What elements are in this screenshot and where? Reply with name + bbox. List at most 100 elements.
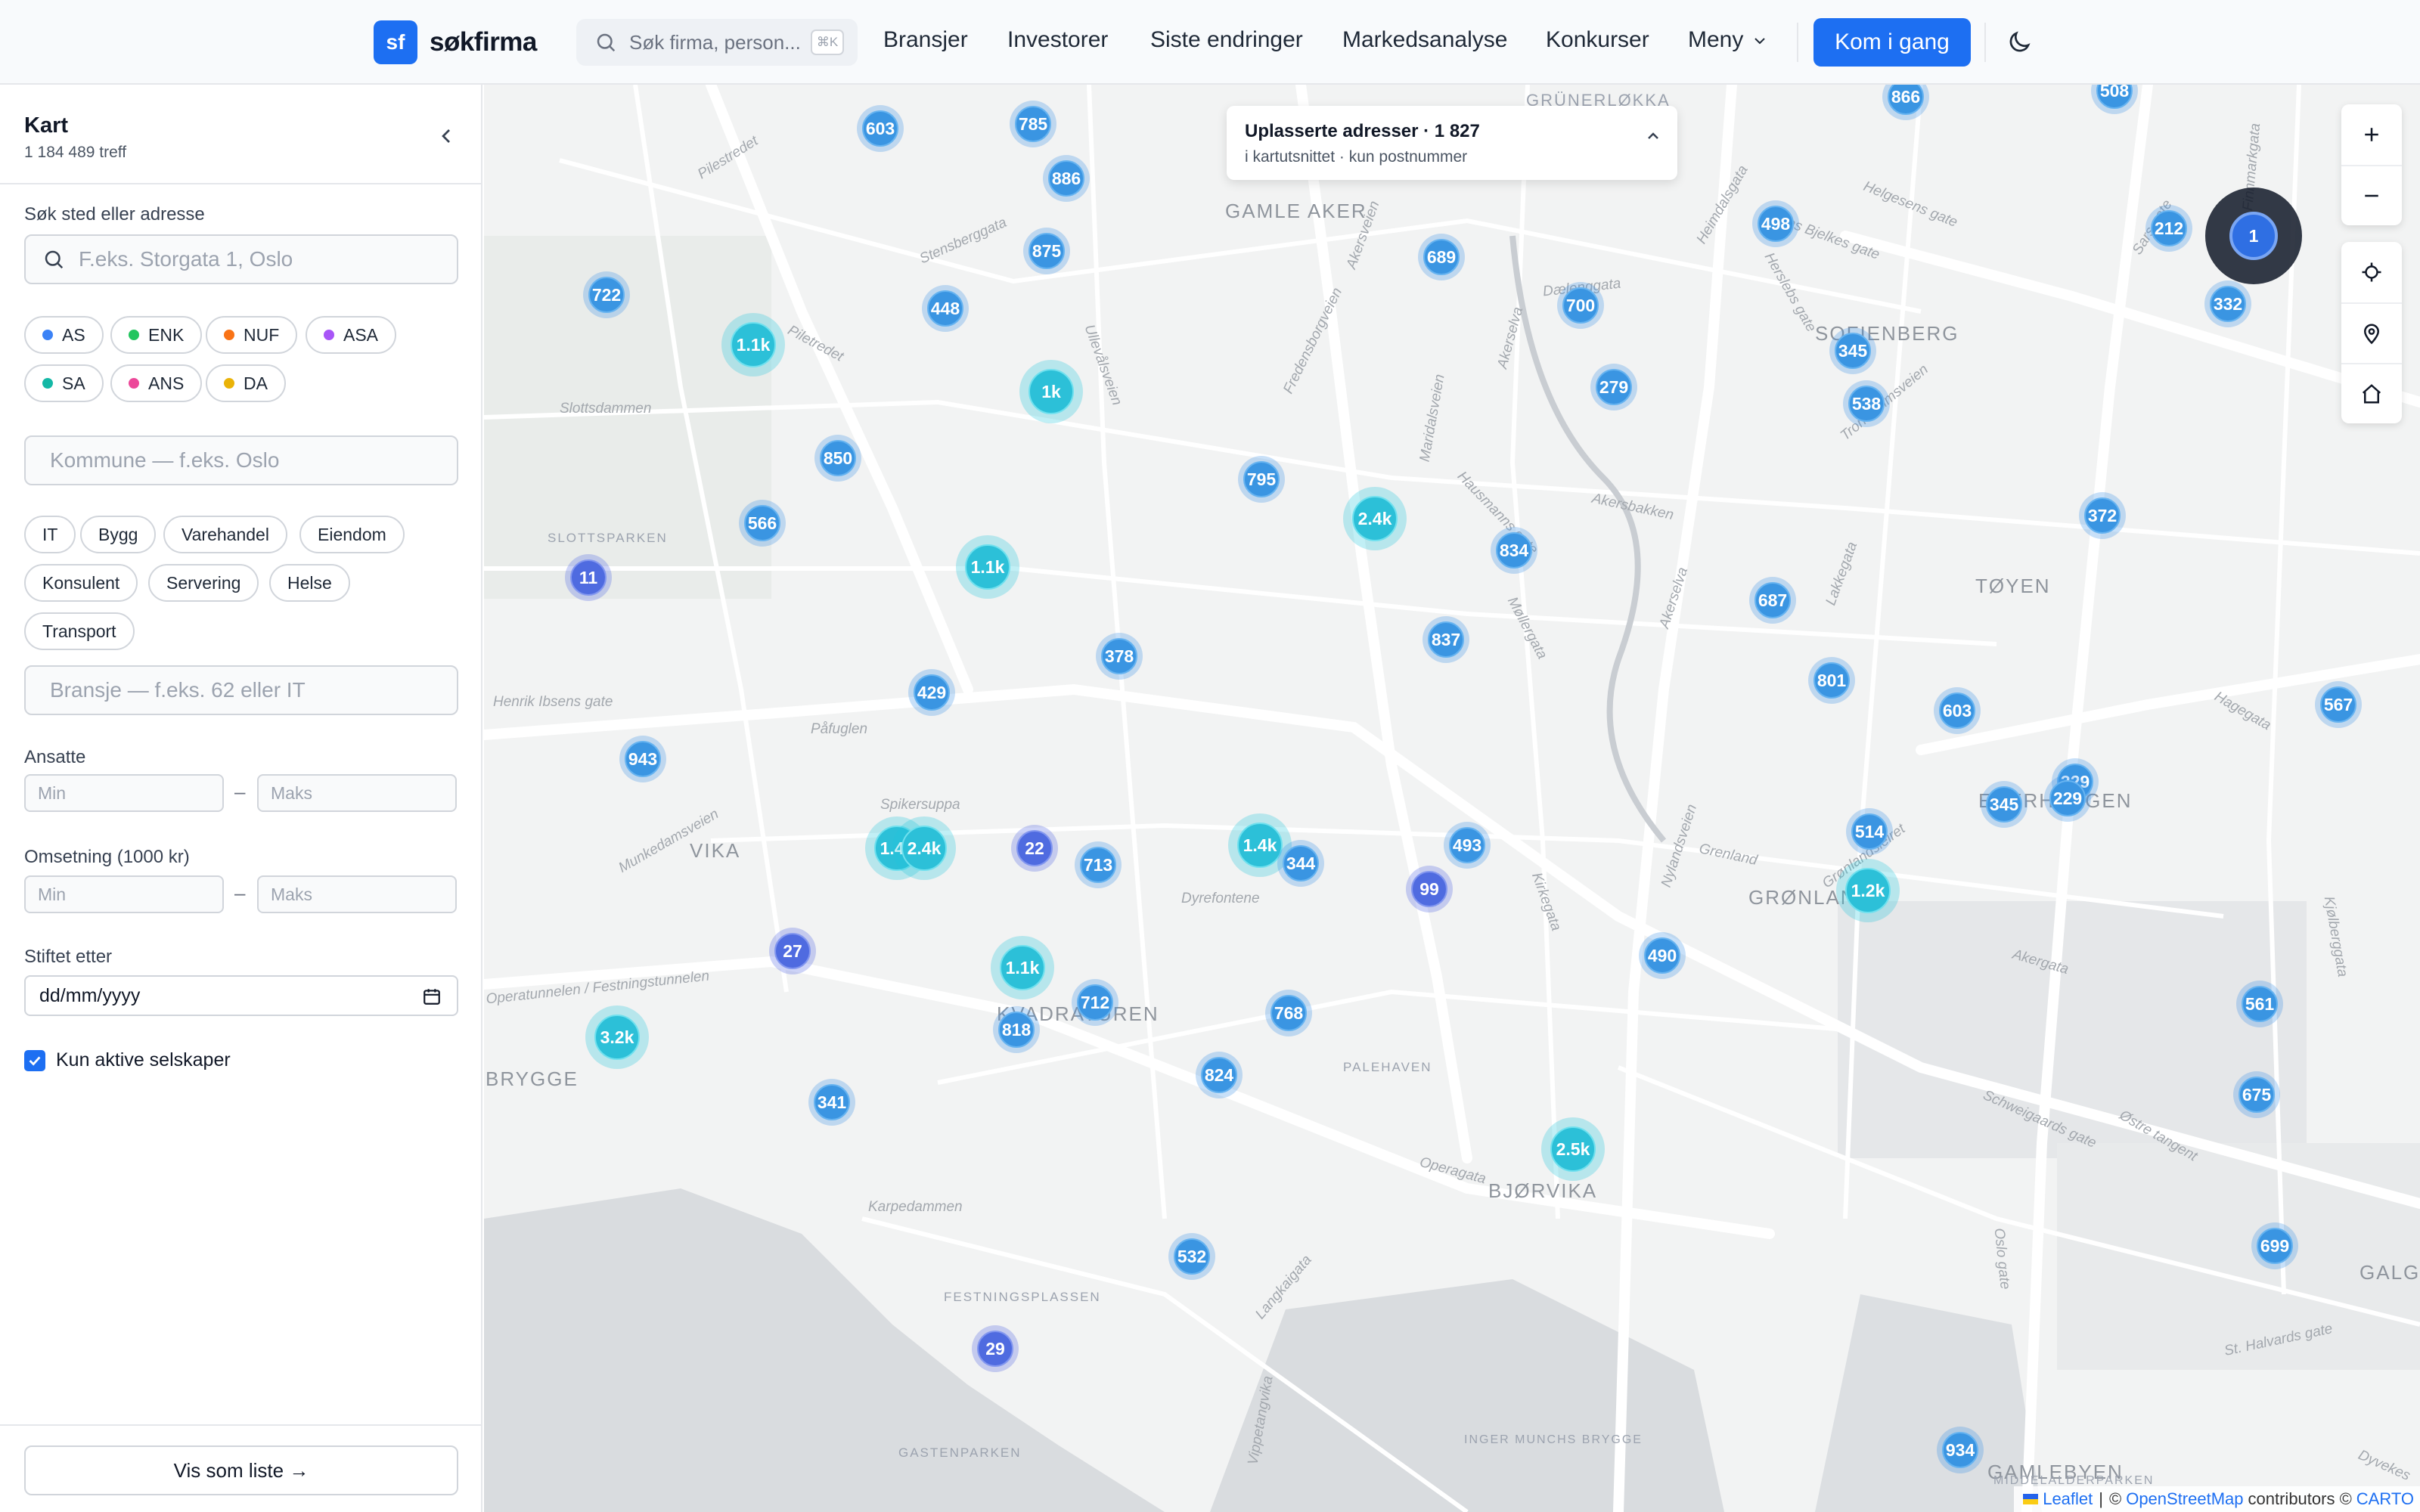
cluster-marker[interactable]: 561 [2236, 981, 2283, 1027]
cluster-marker[interactable]: 1.1k [956, 535, 1019, 599]
cluster-marker[interactable]: 837 [1423, 616, 1469, 663]
cluster-marker[interactable]: 795 [1238, 456, 1285, 503]
reset-view-button[interactable] [2341, 363, 2402, 423]
industry-chip-bygg[interactable]: Bygg [80, 516, 157, 553]
cluster-marker[interactable]: 675 [2233, 1071, 2280, 1118]
cluster-marker[interactable]: 538 [1843, 380, 1890, 427]
cluster-marker[interactable]: 493 [1444, 822, 1491, 869]
nav-konkurser[interactable]: Konkurser [1546, 27, 1649, 53]
cluster-marker[interactable]: 566 [739, 500, 786, 547]
brand-logo-link[interactable]: sf søkfirma [374, 20, 537, 64]
cluster-marker[interactable]: 2.4k [892, 816, 956, 880]
cluster-marker[interactable]: 29 [972, 1325, 1019, 1372]
industry-chip-eiendom[interactable]: Eiendom [299, 516, 405, 553]
openstreetmap-link[interactable]: OpenStreetMap [2126, 1489, 2243, 1509]
dark-mode-toggle-icon[interactable] [2006, 29, 2033, 56]
cluster-marker[interactable]: 700 [1557, 282, 1604, 329]
industry-chip-transport[interactable]: Transport [24, 612, 135, 650]
cluster-marker[interactable]: 3.2k [585, 1005, 649, 1069]
cluster-marker[interactable]: 768 [1265, 990, 1312, 1036]
employees-max-input[interactable]: Maks [257, 774, 457, 812]
cluster-marker[interactable]: 332 [2204, 280, 2251, 327]
industry-chip-varehandel[interactable]: Varehandel [163, 516, 287, 553]
cluster-marker[interactable]: 712 [1072, 979, 1118, 1026]
cluster-marker[interactable]: 722 [583, 271, 630, 318]
founded-after-date-input[interactable]: dd/mm/yyyy [24, 975, 458, 1016]
zoom-out-button[interactable] [2341, 165, 2402, 225]
cluster-marker[interactable]: 834 [1491, 527, 1537, 574]
kommune-input[interactable]: Kommune — f.eks. Oslo [24, 435, 458, 485]
cluster-marker[interactable]: 824 [1196, 1052, 1243, 1098]
cluster-marker[interactable]: 514 [1846, 808, 1893, 855]
cluster-marker[interactable]: 1.2k [1836, 859, 1900, 922]
chevron-up-icon[interactable] [1644, 127, 1662, 145]
nav-markedsanalyse[interactable]: Markedsanalyse [1342, 27, 1507, 53]
cluster-marker[interactable]: 603 [1934, 687, 1981, 734]
active-only-checkbox[interactable] [24, 1049, 45, 1071]
org-type-chip-as[interactable]: AS [24, 316, 104, 354]
cluster-marker[interactable]: 372 [2079, 492, 2126, 539]
cluster-marker[interactable]: 229 [2044, 775, 2091, 822]
cluster-marker[interactable]: 1.1k [721, 313, 785, 376]
org-type-chip-nuf[interactable]: NUF [206, 316, 298, 354]
cluster-marker[interactable]: 27 [769, 928, 816, 974]
cluster-marker[interactable]: 279 [1590, 364, 1637, 411]
cluster-marker[interactable]: 687 [1749, 577, 1796, 624]
org-type-chip-ans[interactable]: ANS [110, 364, 203, 402]
cluster-marker[interactable]: 943 [619, 736, 666, 782]
cluster-marker[interactable]: 498 [1752, 200, 1799, 247]
calendar-icon[interactable] [422, 987, 442, 1006]
cluster-marker[interactable]: 875 [1023, 228, 1070, 274]
cluster-marker[interactable]: 22 [1011, 825, 1058, 872]
org-type-chip-da[interactable]: DA [206, 364, 286, 402]
show-as-list-button[interactable]: Vis som liste → [24, 1445, 458, 1495]
org-type-chip-asa[interactable]: ASA [306, 316, 397, 354]
cluster-marker[interactable]: 2.5k [1541, 1117, 1605, 1181]
cluster-marker[interactable]: 378 [1096, 633, 1143, 680]
zoom-in-button[interactable] [2341, 104, 2402, 165]
carto-link[interactable]: CARTO [2356, 1489, 2414, 1509]
industry-chip-helse[interactable]: Helse [269, 564, 350, 602]
cluster-marker[interactable]: 2.4k [1343, 487, 1407, 550]
cluster-marker[interactable]: 1k [1019, 360, 1083, 423]
unplaced-addresses-panel[interactable]: Uplasserte adresser · 1 827 i kartutsnit… [1227, 106, 1677, 180]
cluster-marker[interactable]: 429 [908, 669, 955, 716]
active-only-checkbox-row[interactable]: Kun aktive selskaper [24, 1049, 231, 1071]
cluster-marker[interactable]: 1.1k [991, 936, 1054, 999]
cluster-marker[interactable]: 344 [1277, 840, 1324, 887]
drop-pin-button[interactable] [2341, 302, 2402, 363]
cluster-marker[interactable]: 341 [808, 1079, 855, 1126]
bransje-input[interactable]: Bransje — f.eks. 62 eller IT [24, 665, 458, 715]
place-search-input[interactable]: F.eks. Storgata 1, Oslo [24, 234, 458, 284]
org-type-chip-enk[interactable]: ENK [110, 316, 203, 354]
cluster-marker[interactable]: 699 [2251, 1222, 2298, 1269]
nav-bransjer[interactable]: Bransjer [883, 27, 968, 53]
get-started-button[interactable]: Kom i gang [1813, 18, 1971, 67]
locate-me-button[interactable] [2341, 242, 2402, 302]
cluster-marker[interactable]: 713 [1075, 841, 1122, 888]
cluster-marker[interactable]: 490 [1639, 932, 1686, 979]
collapse-sidebar-icon[interactable] [434, 124, 458, 148]
cluster-marker[interactable]: 11 [565, 554, 612, 601]
org-type-chip-sa[interactable]: SA [24, 364, 104, 402]
cluster-marker[interactable]: 818 [993, 1006, 1040, 1053]
employees-min-input[interactable]: Min [24, 774, 224, 812]
revenue-max-input[interactable]: Maks [257, 875, 457, 913]
cluster-marker[interactable]: 886 [1043, 155, 1090, 202]
revenue-min-input[interactable]: Min [24, 875, 224, 913]
cluster-marker[interactable]: 801 [1808, 657, 1855, 704]
cluster-marker[interactable]: 212 [2145, 205, 2192, 252]
cluster-marker[interactable]: 785 [1010, 101, 1056, 147]
cluster-marker[interactable]: 689 [1418, 234, 1465, 280]
cluster-marker[interactable]: 850 [814, 435, 861, 482]
nav-investorer[interactable]: Investorer [1007, 27, 1108, 53]
cluster-marker[interactable]: 603 [857, 105, 904, 152]
cluster-marker[interactable]: 1 [2205, 187, 2302, 284]
map-canvas[interactable]: GRÜNERLØKKA GAMLE AKER SOFIENBERG TØYEN … [484, 85, 2420, 1512]
cluster-marker[interactable]: 532 [1168, 1233, 1215, 1280]
cluster-marker[interactable]: 345 [1981, 781, 2028, 828]
nav-siste-endringer[interactable]: Siste endringer [1150, 27, 1303, 53]
leaflet-link[interactable]: Leaflet [2043, 1489, 2093, 1509]
cluster-marker[interactable]: 345 [1829, 327, 1876, 374]
cluster-marker[interactable]: 567 [2315, 681, 2362, 728]
